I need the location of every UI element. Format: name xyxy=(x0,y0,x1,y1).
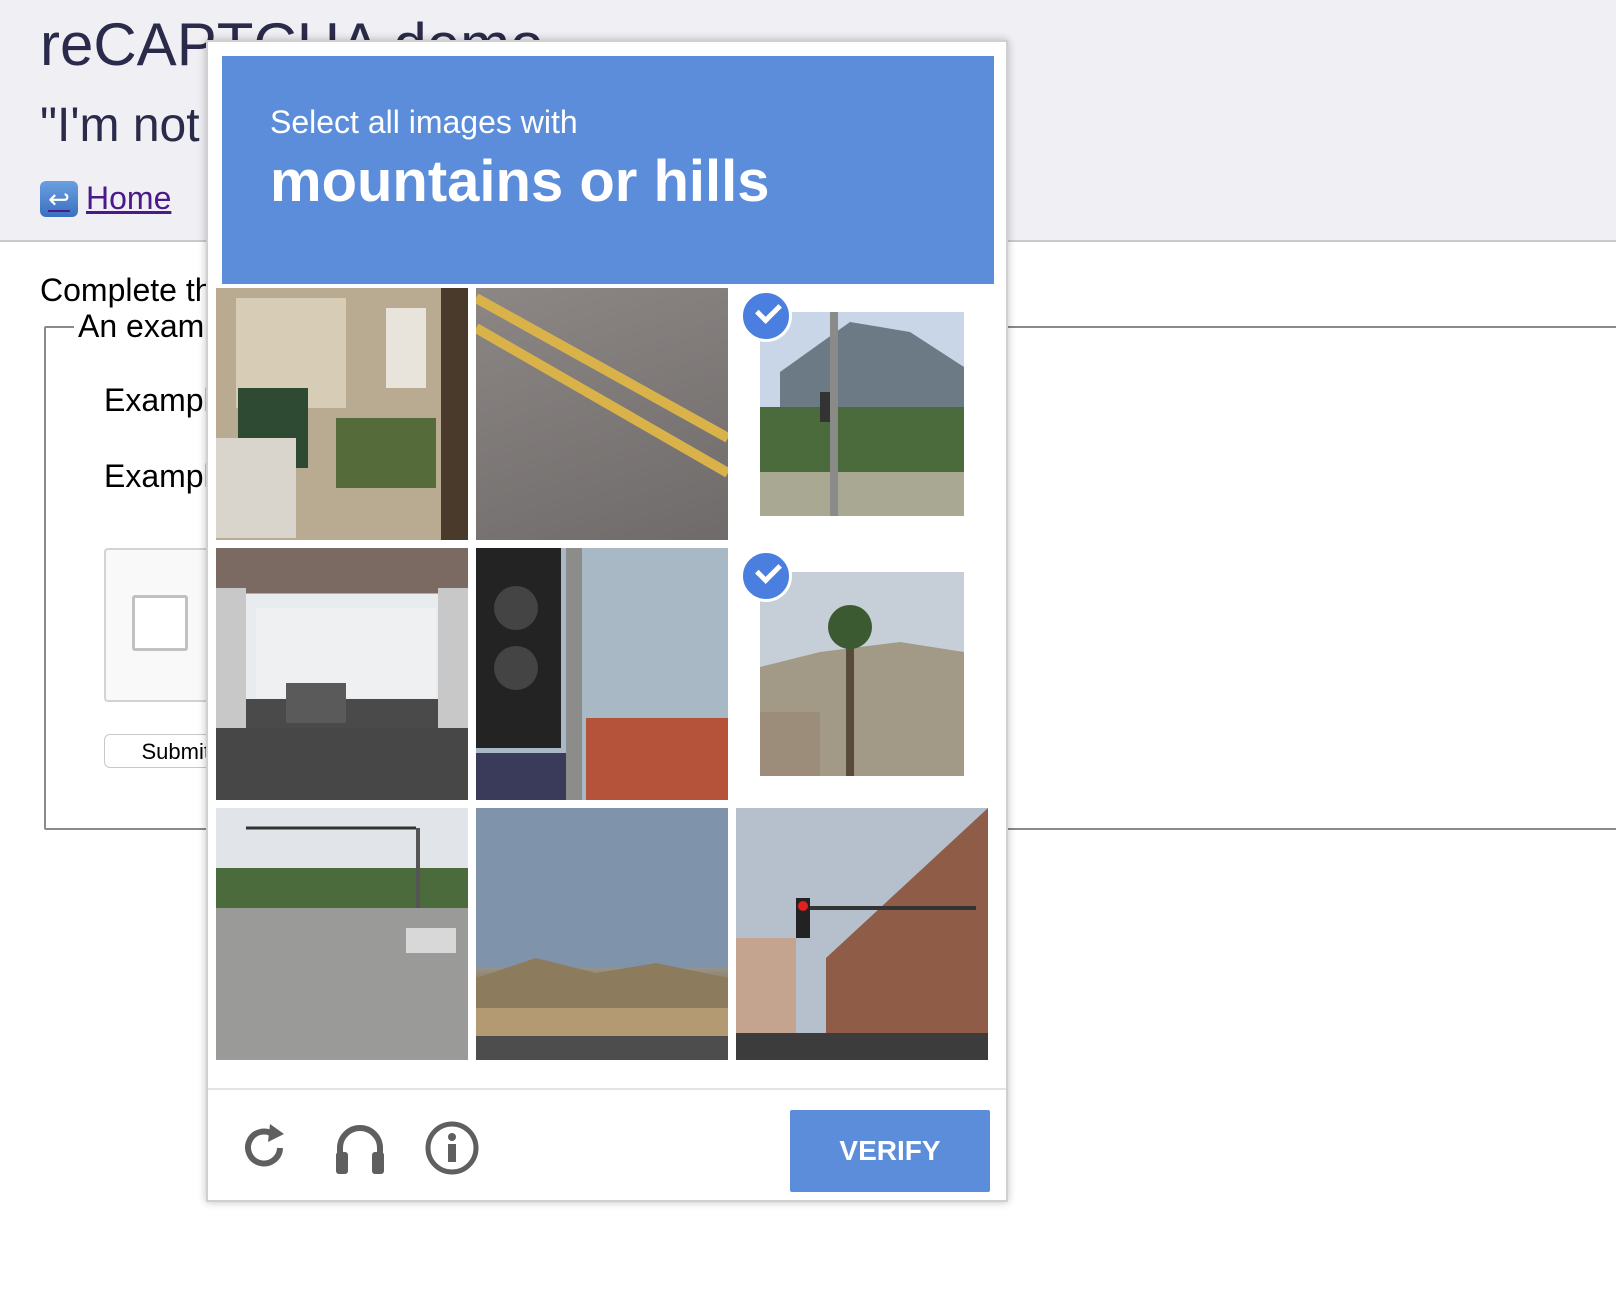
instructions-text: Complete th xyxy=(40,272,213,308)
tile-image xyxy=(476,808,728,1060)
tile-image xyxy=(760,312,964,516)
tile-highway-underpass[interactable] xyxy=(216,548,468,800)
tile-traffic-signal-building[interactable] xyxy=(476,548,728,800)
tile-city-street-building[interactable] xyxy=(736,808,988,1060)
tile-palm-tree-hills[interactable] xyxy=(736,548,988,800)
tile-road-yellow-lines[interactable] xyxy=(476,288,728,540)
prompt-keyword: mountains or hills xyxy=(270,149,770,214)
example-label-1: Exampl xyxy=(104,382,211,418)
home-link-label: Home xyxy=(86,180,172,216)
challenge-footer: VERIFY xyxy=(208,1088,1006,1202)
reload-icon[interactable] xyxy=(236,1118,296,1178)
prompt-line1: Select all images with xyxy=(270,104,578,140)
tile-street-with-cars[interactable] xyxy=(216,808,468,1060)
headphones-icon[interactable] xyxy=(330,1118,390,1178)
page-subtitle: "I'm not xyxy=(40,99,200,152)
example-label-2: Exampl xyxy=(104,458,211,494)
challenge-banner: Select all images with mountains or hill… xyxy=(222,56,994,284)
selected-check-icon xyxy=(740,290,792,342)
info-icon[interactable] xyxy=(422,1118,482,1178)
selected-check-icon xyxy=(740,550,792,602)
tile-image xyxy=(476,288,728,540)
verify-button[interactable]: VERIFY xyxy=(790,1110,990,1192)
im-not-a-robot-checkbox[interactable] xyxy=(132,595,188,651)
home-link[interactable]: ↩ Home xyxy=(40,180,171,217)
fieldset-legend: An examp xyxy=(74,308,227,345)
return-arrow-icon: ↩ xyxy=(40,180,78,217)
tile-image xyxy=(476,548,728,800)
tile-sky-and-hills[interactable] xyxy=(476,808,728,1060)
tile-house-steps[interactable] xyxy=(216,288,468,540)
recaptcha-challenge: Select all images with mountains or hill… xyxy=(206,40,1008,1202)
tile-image xyxy=(760,572,964,776)
tile-image xyxy=(736,808,988,1060)
tile-image xyxy=(216,808,468,1060)
tile-image xyxy=(216,288,468,540)
tile-image xyxy=(216,548,468,800)
tile-mountain-traffic-light[interactable] xyxy=(736,288,988,540)
